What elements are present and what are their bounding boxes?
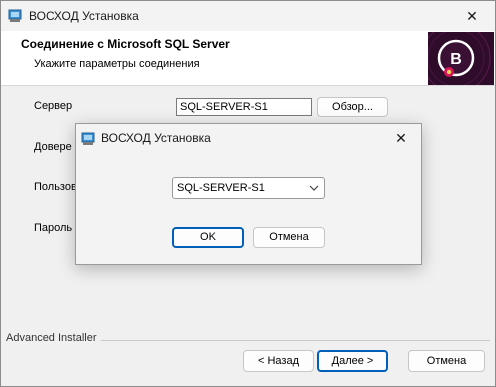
cancel-button[interactable]: Отмена xyxy=(408,350,485,372)
logo-letter: B xyxy=(450,51,462,68)
chevron-down-icon xyxy=(309,185,319,191)
dialog-close-button[interactable]: ✕ xyxy=(381,124,421,152)
close-icon: ✕ xyxy=(466,7,478,24)
window-title: ВОСХОД Установка xyxy=(29,9,139,23)
footer-divider xyxy=(101,340,490,341)
server-combobox[interactable]: SQL-SERVER-S1 xyxy=(172,177,325,199)
dialog-title: ВОСХОД Установка xyxy=(101,131,211,145)
page-title: Соединение с Microsoft SQL Server xyxy=(21,37,230,51)
logo-graphic: B xyxy=(428,32,494,85)
advanced-installer-brand: Advanced Installer xyxy=(6,332,97,344)
dialog-ok-button[interactable]: OK xyxy=(172,227,244,248)
installer-app-icon xyxy=(8,9,22,22)
close-icon: ✕ xyxy=(395,129,407,146)
next-button[interactable]: Далее > xyxy=(317,350,388,372)
server-input[interactable]: SQL-SERVER-S1 xyxy=(176,98,312,116)
dialog-app-icon xyxy=(81,132,95,145)
page-subtitle: Укажите параметры соединения xyxy=(34,58,200,70)
password-label: Пароль xyxy=(34,222,73,234)
server-label: Сервер xyxy=(34,100,73,112)
wizard-header: Соединение с Microsoft SQL Server Укажит… xyxy=(1,31,495,86)
user-label: Пользов xyxy=(34,181,77,193)
product-logo: B xyxy=(428,32,494,85)
dialog-cancel-button[interactable]: Отмена xyxy=(253,227,325,248)
dialog-title-bar: ВОСХОД Установка ✕ xyxy=(76,124,421,152)
server-select-dialog: ВОСХОД Установка ✕ SQL-SERVER-S1 OK Отме… xyxy=(75,123,422,265)
window-close-button[interactable]: ✕ xyxy=(449,1,495,31)
browse-button[interactable]: Обзор... xyxy=(317,97,388,117)
title-bar: ВОСХОД Установка ✕ xyxy=(1,1,495,31)
trusted-connection-label: Довере xyxy=(34,141,72,153)
server-combobox-value: SQL-SERVER-S1 xyxy=(177,182,265,194)
back-button[interactable]: < Назад xyxy=(243,350,314,372)
